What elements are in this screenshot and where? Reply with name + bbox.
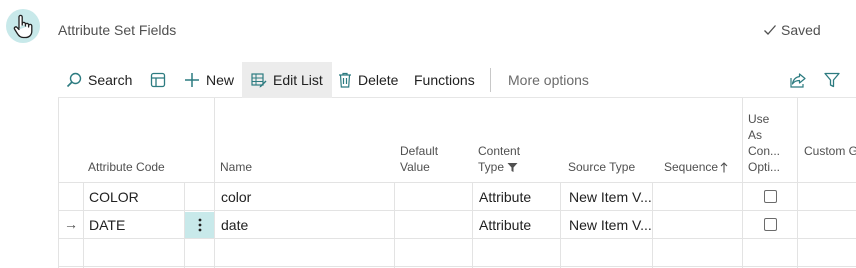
col-header-name[interactable]: Name [220, 159, 252, 175]
row2-attribute-code[interactable]: DATE [89, 217, 125, 233]
trash-icon [339, 72, 351, 88]
grid-divider [83, 182, 84, 268]
row-arrow-icon: → [64, 216, 78, 232]
grid-divider [652, 182, 653, 268]
pointer-hand-icon [13, 14, 33, 39]
search-label: Search [88, 72, 133, 88]
new-label: New [206, 72, 235, 88]
search-button[interactable]: Search [66, 62, 132, 98]
col-header-use-as-content-option[interactable]: Use As Con... Opti... [748, 111, 780, 175]
row2-source-type[interactable]: New Item V... [569, 217, 652, 233]
share-icon [790, 73, 806, 88]
view-layout-icon [150, 72, 166, 88]
delete-label: Delete [358, 72, 399, 88]
grid-border-left [58, 98, 59, 268]
grid-divider [394, 182, 395, 268]
col-header-default-value-line2: Value [400, 160, 430, 174]
grid-divider [742, 98, 743, 268]
col-header-source-type[interactable]: Source Type [568, 159, 635, 175]
checkmark-icon [764, 25, 776, 35]
grid-divider [797, 98, 798, 268]
more-options-label: More options [508, 72, 589, 88]
functions-button[interactable]: Functions [414, 62, 475, 98]
plus-icon [185, 73, 199, 87]
edit-list-button[interactable]: Edit List [242, 62, 332, 98]
view-layout-button[interactable] [150, 62, 166, 98]
row-divider [58, 210, 856, 211]
col-header-use-line4: Opti... [748, 160, 781, 174]
col-header-content-type[interactable]: Content Type [478, 143, 520, 175]
col-header-sequence[interactable]: Sequence [664, 159, 728, 175]
row2-use-as-checkbox[interactable] [764, 218, 777, 231]
saved-label: Saved [781, 22, 821, 38]
row1-source-type[interactable]: New Item V... [569, 189, 652, 205]
row2-content-type[interactable]: Attribute [479, 217, 531, 233]
search-icon [66, 72, 82, 88]
col-header-default-value-line1: Default [400, 144, 439, 158]
row-divider [58, 238, 856, 239]
grid-divider [472, 182, 473, 268]
delete-button[interactable]: Delete [338, 62, 398, 98]
grid-divider [214, 98, 215, 268]
filter-icon [824, 72, 840, 88]
header-divider [58, 182, 856, 183]
action-bar: Search New Edit List Delete Functions Mo… [58, 62, 856, 98]
share-button[interactable] [790, 62, 807, 98]
row2-name[interactable]: date [221, 217, 248, 233]
row1-attribute-code[interactable]: COLOR [89, 189, 139, 205]
col-header-custom[interactable]: Custom G [804, 143, 856, 159]
row1-use-as-checkbox[interactable] [764, 190, 777, 203]
col-header-use-line3: Con... [748, 144, 781, 158]
page-title: Attribute Set Fields [58, 22, 177, 38]
row-actions-button[interactable] [185, 212, 214, 238]
col-header-sequence-label: Sequence [664, 160, 719, 174]
edit-list-icon [251, 73, 267, 88]
more-options-button[interactable]: More options [508, 62, 589, 98]
row1-name[interactable]: color [221, 189, 251, 205]
col-header-use-line2: As [748, 128, 763, 142]
row-divider [58, 266, 856, 267]
filter-button[interactable] [824, 62, 840, 98]
row1-content-type[interactable]: Attribute [479, 189, 531, 205]
grid-divider [560, 182, 561, 268]
saved-status: Saved [763, 22, 821, 38]
filter-applied-icon [507, 162, 518, 172]
back-button[interactable] [6, 9, 40, 43]
fields-grid: Attribute Code Name Default Value Conten… [58, 98, 856, 268]
col-header-attribute-code[interactable]: Attribute Code [88, 159, 165, 175]
edit-list-label: Edit List [273, 72, 323, 88]
col-header-content-type-line1: Content [478, 144, 521, 158]
col-header-default-value[interactable]: Default Value [400, 143, 438, 175]
col-header-content-type-line2: Type [478, 160, 505, 174]
col-header-use-line1: Use [748, 112, 770, 126]
kebab-icon [198, 218, 201, 232]
functions-label: Functions [414, 72, 475, 88]
toolbar-separator [490, 68, 491, 92]
new-button[interactable]: New [184, 62, 234, 98]
sort-ascending-icon [720, 161, 728, 172]
